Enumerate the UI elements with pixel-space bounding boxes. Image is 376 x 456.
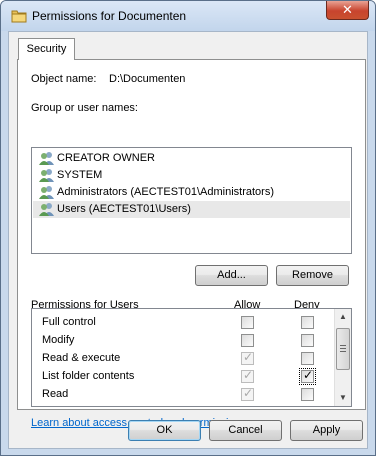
scroll-up-arrow-icon[interactable]: ▲ [335,309,351,325]
permission-name: Modify [42,334,75,346]
list-item-label: CREATOR OWNER [57,152,155,164]
list-item[interactable]: Administrators (AECTEST01\Administrators… [33,184,350,201]
close-button[interactable]: ✕ [326,1,369,20]
folder-icon [11,10,27,23]
permission-name: Read [42,388,69,400]
security-panel: Object name: D:\Documenten Group or user… [17,59,366,429]
list-item[interactable]: SYSTEM [33,167,350,184]
permission-row: Full control [32,313,334,331]
deny-checkbox[interactable] [301,334,314,347]
permissions-dialog: Permissions for Documenten ✕ Security Ob… [0,0,376,456]
allow-checkbox: ✓ [243,404,253,406]
object-name-value: D:\Documenten [109,73,186,85]
scroll-thumb[interactable] [336,328,350,370]
permissions-list[interactable]: Full control Modify Read & execute ✓ List fo… [31,308,352,407]
deny-checkbox[interactable] [301,406,314,407]
add-button[interactable]: Add... [195,265,268,286]
user-group-icon [39,203,54,216]
object-name-label: Object name: [31,73,97,85]
list-item-label: Users (AECTEST01\Users) [57,203,191,215]
permissions-scrollbar[interactable]: ▲ ▼ [334,309,351,406]
allow-checkbox: ✓ [241,386,254,401]
title-bar[interactable]: Permissions for Documenten ✕ [1,1,375,31]
window-title: Permissions for Documenten [32,9,187,23]
group-names-label: Group or user names: [31,102,138,114]
permission-row: Read ✓ [32,385,334,403]
list-item-label: Administrators (AECTEST01\Administrators… [57,186,274,198]
dialog-body: Security Object name: D:\Documenten Grou… [8,31,368,449]
allow-checkbox: ✓ [241,350,254,365]
permission-row: List folder contents ✓ ✓ [32,367,334,385]
permission-name: List folder contents [42,370,135,382]
permission-row: Read & execute ✓ [32,349,334,367]
scroll-down-arrow-icon[interactable]: ▼ [335,390,351,406]
deny-checkbox[interactable] [301,352,314,365]
group-user-list[interactable]: CREATOR OWNER SYSTEM Administrators (AEC… [31,147,352,254]
allow-checkbox[interactable] [241,316,254,329]
permission-row: Modify [32,331,334,349]
deny-checkbox[interactable] [301,388,314,401]
user-group-icon [39,152,54,165]
user-group-icon [39,169,54,182]
list-item[interactable]: CREATOR OWNER [33,150,350,167]
ok-button[interactable]: OK [128,420,201,441]
close-icon: ✕ [342,2,353,17]
list-item[interactable]: Users (AECTEST01\Users) [33,201,350,218]
cancel-button[interactable]: Cancel [209,420,282,441]
deny-checkbox[interactable] [301,316,314,329]
allow-checkbox[interactable] [241,334,254,347]
permission-row: ✓ [32,403,334,407]
remove-button[interactable]: Remove [276,265,349,286]
user-group-icon [39,186,54,199]
deny-checkbox[interactable]: ✓ [299,368,316,385]
allow-checkbox: ✓ [241,368,254,383]
apply-button[interactable]: Apply [290,420,363,441]
permission-name: Read & execute [42,352,121,364]
permission-name: Full control [42,316,96,328]
tab-security[interactable]: Security [18,38,75,60]
list-item-label: SYSTEM [57,169,103,181]
